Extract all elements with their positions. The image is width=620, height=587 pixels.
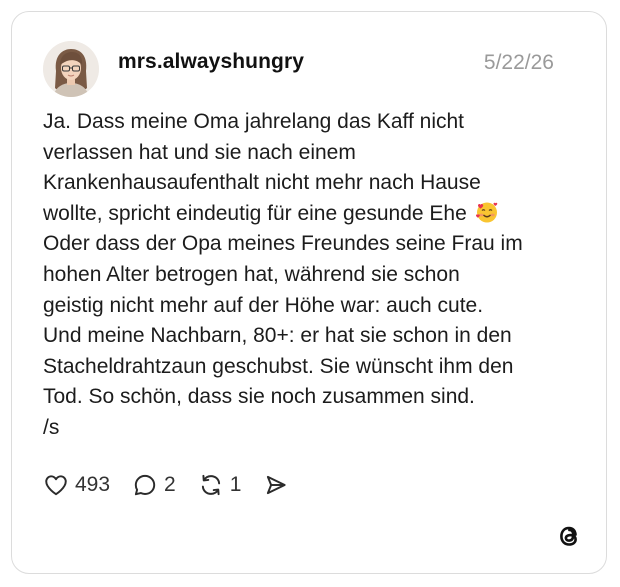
- post-text: Ja. Dass meine Oma jahrelang das Kaff ni…: [43, 107, 588, 444]
- speech-bubble-icon: [134, 474, 156, 496]
- threads-logo-icon[interactable]: [554, 521, 584, 551]
- avatar[interactable]: [43, 41, 99, 97]
- repost-button[interactable]: 1: [198, 472, 242, 498]
- action-bar: 493 2 1: [43, 470, 311, 500]
- post-text-part-2: Oder dass der Opa meines Freundes seine …: [43, 232, 523, 439]
- like-button[interactable]: 493: [43, 472, 110, 498]
- post-card: mrs.alwayshungry 5/22/26 Ja. Dass meine …: [11, 11, 607, 574]
- smiling-face-with-hearts-icon: [475, 200, 499, 224]
- heart-icon: [45, 475, 67, 496]
- like-count: 493: [75, 473, 111, 496]
- reply-button[interactable]: 2: [132, 472, 176, 498]
- send-icon: [267, 475, 287, 495]
- avatar-image: [43, 41, 99, 97]
- repost-count: 1: [229, 473, 242, 496]
- post-date: 5/22/26: [483, 51, 554, 74]
- post-text-part-1: Ja. Dass meine Oma jahrelang das Kaff ni…: [43, 110, 481, 225]
- repost-icon: [201, 474, 220, 496]
- reply-count: 2: [164, 473, 176, 496]
- username[interactable]: mrs.alwayshungry: [118, 50, 304, 74]
- share-button[interactable]: [263, 472, 289, 498]
